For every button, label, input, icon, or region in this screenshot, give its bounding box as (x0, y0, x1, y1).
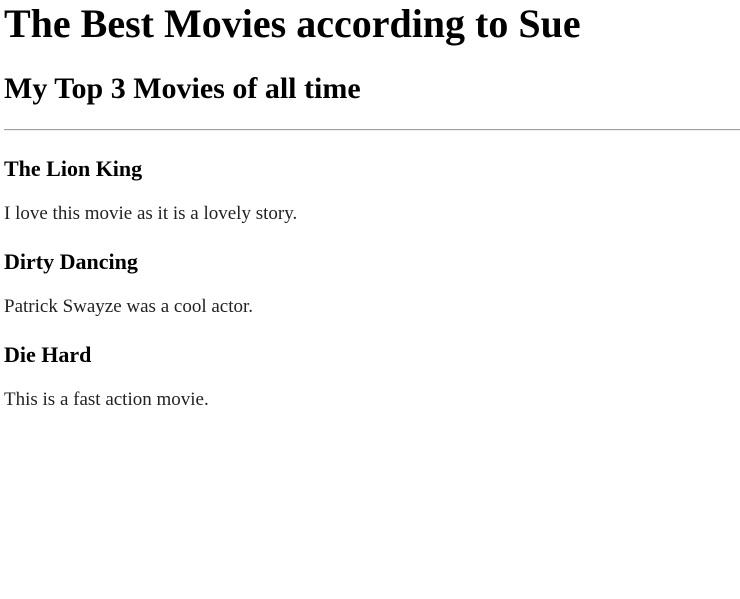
movie-description: This is a fast action movie. (4, 389, 209, 410)
movie-title: The Lion King (4, 156, 143, 181)
page-title: The Best Movies according to Sue (4, 1, 581, 46)
movie-item-dirty-dancing: Dirty Dancing Patrick Swayze was a cool … (4, 249, 740, 318)
movie-title: Dirty Dancing (4, 249, 138, 274)
page-content: The Best Movies according to Sue My Top … (0, 0, 740, 411)
movie-description: Patrick Swayze was a cool actor. (4, 296, 254, 317)
movie-description: I love this movie as it is a lovely stor… (4, 203, 298, 224)
divider (4, 129, 740, 131)
page-subtitle: My Top 3 Movies of all time (4, 72, 361, 105)
movie-item-die-hard: Die Hard This is a fast action movie. (4, 342, 740, 411)
movie-title: Die Hard (4, 342, 92, 367)
movie-item-lion-king: The Lion King I love this movie as it is… (4, 156, 740, 225)
